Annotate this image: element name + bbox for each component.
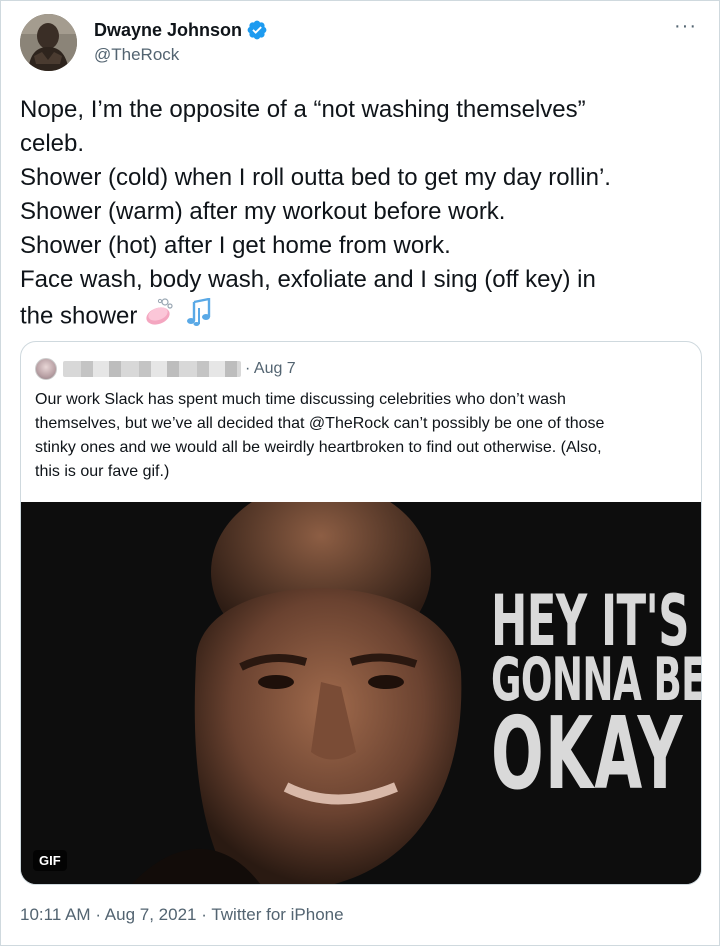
tweet-line: the shower [20, 302, 138, 330]
musical-notes-emoji-icon [185, 297, 217, 336]
quoted-line: themselves, but we’ve all decided that @… [35, 415, 605, 432]
author-name[interactable]: Dwayne Johnson [94, 20, 242, 41]
quoted-avatar[interactable] [35, 358, 57, 380]
more-options-icon[interactable]: ··· [674, 15, 697, 38]
tweet-text: Nope, I’m the opposite of a “not washing… [20, 93, 700, 337]
quoted-line: this is our fave gif.) [35, 463, 170, 480]
tweet-line: Nope, I’m the opposite of a “not washing… [20, 96, 586, 123]
tweet-footer: 10:11 AM · Aug 7, 2021 · Twitter for iPh… [20, 905, 344, 925]
author-avatar[interactable] [20, 14, 77, 71]
tweet-line-last: the shower [20, 297, 700, 337]
tweet-line: Face wash, body wash, exfoliate and I si… [20, 266, 596, 293]
quoted-date[interactable]: · Aug 7 [245, 360, 296, 378]
quoted-tweet[interactable]: · Aug 7 Our work Slack has spent much ti… [20, 341, 702, 885]
quoted-line: Our work Slack has spent much time discu… [35, 391, 566, 408]
gif-badge: GIF [33, 850, 67, 871]
tweet-source[interactable]: Twitter for iPhone [211, 905, 343, 924]
author-name-row: Dwayne Johnson [94, 19, 268, 41]
avatar-image [20, 14, 77, 71]
tweet-time[interactable]: 10:11 AM [20, 905, 91, 924]
gif-caption-line: HEY IT'S [491, 580, 689, 662]
quoted-gif[interactable]: HEY IT'S GONNA BE OKAY GIF [21, 502, 701, 884]
soap-emoji-icon [143, 297, 175, 337]
tweet-line: Shower (cold) when I roll outta bed to g… [20, 164, 611, 191]
tweet-line: Shower (warm) after my workout before wo… [20, 198, 506, 225]
quoted-text: Our work Slack has spent much time discu… [35, 388, 695, 484]
quoted-line: stinky ones and we would all be weirdly … [35, 439, 602, 456]
quoted-date-separator: · [245, 360, 251, 377]
tweet-card: Dwayne Johnson @TheRock ··· Nope, I’m th… [0, 0, 720, 946]
tweet-line: celeb. [20, 130, 85, 157]
footer-separator: · [201, 905, 207, 924]
quoted-date-value: Aug 7 [253, 360, 296, 377]
verified-badge-icon [247, 20, 267, 40]
gif-caption: HEY IT'S GONNA BE OKAY [491, 580, 701, 812]
quoted-author-redacted [63, 361, 241, 377]
tweet-line: Shower (hot) after I get home from work. [20, 232, 451, 259]
footer-separator: · [95, 905, 101, 924]
gif-caption-line: OKAY [491, 695, 684, 812]
author-handle[interactable]: @TheRock [94, 45, 179, 65]
tweet-date[interactable]: Aug 7, 2021 [105, 905, 197, 924]
